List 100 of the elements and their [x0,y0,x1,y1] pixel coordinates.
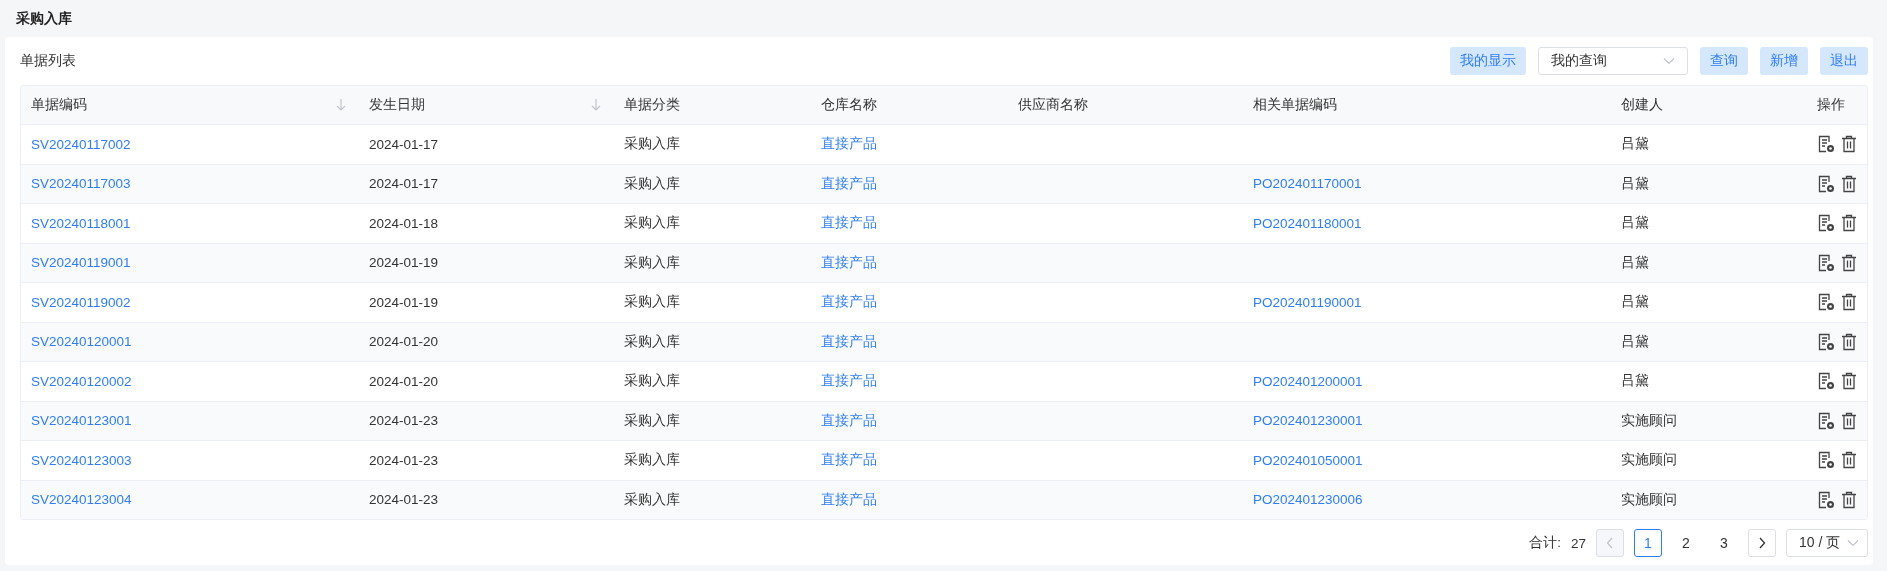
table-link[interactable]: 直接产品 [821,451,877,470]
view-document-icon[interactable] [1817,293,1835,312]
table-cell: 2024-01-17 [369,176,439,192]
table-link[interactable]: SV20240120002 [31,373,132,389]
column-header: 仓库名称 [821,96,877,114]
column-header: 操作 [1817,96,1845,114]
table-cell: 吕黛 [1621,214,1649,233]
delete-icon[interactable] [1840,174,1857,193]
table-link[interactable]: 直接产品 [821,332,877,351]
display-button[interactable]: 我的显示 [1450,47,1526,75]
chevron-down-icon [1663,57,1675,65]
table-cell: 吕黛 [1621,372,1649,391]
table-cell: 实施顾问 [1621,451,1677,470]
table-link[interactable]: SV20240119001 [31,255,131,271]
column-header: 相关单据编码 [1253,96,1337,114]
table-cell: 2024-01-17 [369,136,439,152]
next-page-button[interactable] [1748,529,1776,557]
view-document-icon[interactable] [1817,332,1835,351]
table-cell: 采购入库 [624,411,680,430]
table-cell: 吕黛 [1621,135,1649,154]
page-button[interactable]: 3 [1710,529,1738,557]
delete-icon[interactable] [1840,411,1857,430]
table-cell: 采购入库 [624,372,680,391]
table-link[interactable]: SV20240123001 [31,413,132,429]
total-count: 27 [1570,535,1586,551]
query-dropdown[interactable]: 我的查询 [1538,47,1688,75]
delete-icon[interactable] [1840,451,1857,470]
table-cell: 2024-01-20 [369,334,439,350]
page-size-dropdown[interactable]: 10 / 页 [1786,529,1868,557]
toolbar-button[interactable]: 新增 [1760,47,1808,75]
table-cell: 采购入库 [624,451,680,470]
toolbar-button[interactable]: 退出 [1820,47,1868,75]
table-link[interactable]: SV20240117002 [31,136,131,152]
table-cell: 2024-01-23 [369,452,439,468]
delete-icon[interactable] [1840,214,1857,233]
table-cell: 2024-01-18 [369,215,439,231]
delete-icon[interactable] [1840,135,1857,154]
column-header: 供应商名称 [1018,96,1088,114]
view-document-icon[interactable] [1817,253,1835,272]
delete-icon[interactable] [1840,253,1857,272]
delete-icon[interactable] [1840,372,1857,391]
view-document-icon[interactable] [1817,174,1835,193]
table-link[interactable]: SV20240119002 [31,294,131,310]
table-link[interactable]: 直接产品 [821,253,877,272]
table-cell: 2024-01-23 [369,492,439,508]
table-cell: 吕黛 [1621,293,1649,312]
table-link[interactable]: 直接产品 [821,490,877,509]
delete-icon[interactable] [1840,332,1857,351]
table-link[interactable]: SV20240117003 [31,176,131,192]
table-link[interactable]: PO202401190001 [1253,294,1362,310]
table-link[interactable]: SV20240123003 [31,452,132,468]
chevron-down-icon [1847,539,1859,547]
table-link[interactable]: SV20240118001 [31,215,131,231]
page-button[interactable]: 2 [1672,529,1700,557]
chevron-right-icon [1758,537,1766,549]
column-header: 发生日期 [369,96,425,114]
view-document-icon[interactable] [1817,451,1835,470]
table-cell: 吕黛 [1621,253,1649,272]
table-link[interactable]: PO202401180001 [1253,215,1362,231]
table-cell: 2024-01-19 [369,294,439,310]
view-document-icon[interactable] [1817,490,1835,509]
table-link[interactable]: 直接产品 [821,411,877,430]
page-button[interactable]: 1 [1634,529,1662,557]
table-cell: 采购入库 [624,332,680,351]
table-cell: 采购入库 [624,135,680,154]
table-cell: 采购入库 [624,490,680,509]
section-title: 单据列表 [20,52,77,70]
table-cell: 实施顾问 [1621,411,1677,430]
table-link[interactable]: 直接产品 [821,293,877,312]
table-cell: 2024-01-23 [369,413,439,429]
table-cell: 采购入库 [624,253,680,272]
column-header: 单据编码 [31,96,87,114]
table-link[interactable]: PO202401200001 [1253,373,1363,389]
view-document-icon[interactable] [1817,372,1835,391]
table-link[interactable]: 直接产品 [821,372,877,391]
table-link[interactable]: PO202401170001 [1253,176,1362,192]
delete-icon[interactable] [1840,490,1857,509]
column-header: 创建人 [1621,96,1663,114]
view-document-icon[interactable] [1817,411,1835,430]
table-cell: 2024-01-20 [369,373,439,389]
table-cell: 吕黛 [1621,332,1649,351]
total-label: 合计: [1529,534,1561,552]
table-cell: 采购入库 [624,174,680,193]
table-link[interactable]: PO202401230006 [1253,492,1363,508]
table-link[interactable]: 直接产品 [821,174,877,193]
table-cell: 采购入库 [624,293,680,312]
column-header: 单据分类 [624,96,680,114]
table-link[interactable]: SV20240123004 [31,492,132,508]
table-link[interactable]: SV20240120001 [31,334,132,350]
toolbar-button[interactable]: 查询 [1700,47,1748,75]
chevron-left-icon [1606,537,1614,549]
view-document-icon[interactable] [1817,214,1835,233]
table-link[interactable]: PO202401230001 [1253,413,1363,429]
page-title: 采购入库 [16,9,72,28]
table-link[interactable]: 直接产品 [821,214,877,233]
table-cell: 2024-01-19 [369,255,439,271]
table-link[interactable]: 直接产品 [821,135,877,154]
table-link[interactable]: PO202401050001 [1253,452,1363,468]
delete-icon[interactable] [1840,293,1857,312]
view-document-icon[interactable] [1817,135,1835,154]
